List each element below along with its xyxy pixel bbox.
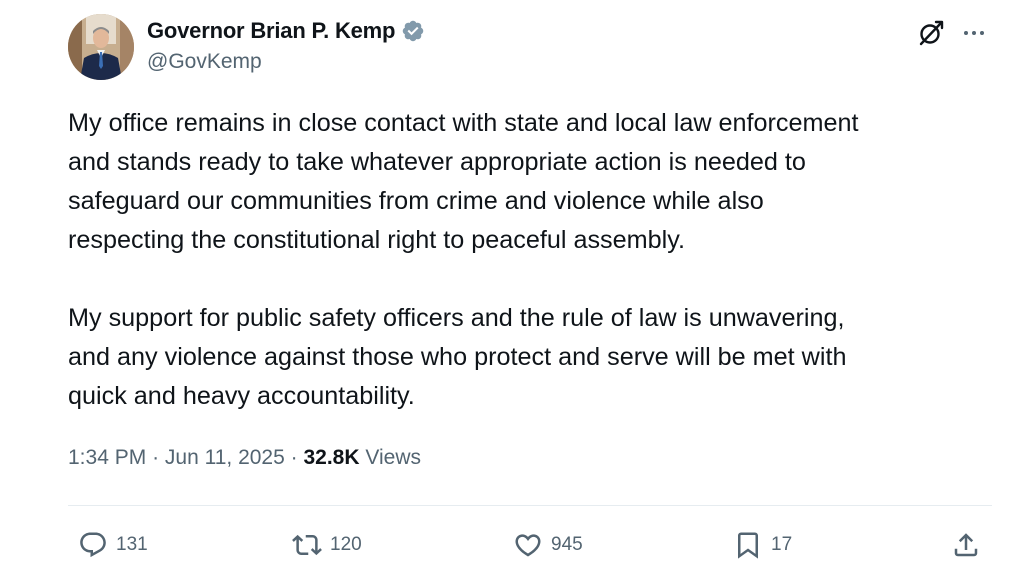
tweet-paragraph: My support for public safety officers an… (68, 304, 847, 410)
tweet-time[interactable]: 1:34 PM (68, 446, 146, 469)
action-bar: 131 120 945 17 (0, 527, 1024, 563)
tweet-paragraph: My office remains in close contact with … (68, 109, 859, 254)
share-button[interactable] (951, 527, 981, 563)
reply-count: 131 (116, 534, 148, 555)
retweet-button[interactable]: 120 (292, 527, 362, 563)
author-name-row: Governor Brian P. Kemp (147, 16, 425, 46)
divider (68, 505, 992, 506)
tweet-meta: 1:34 PM · Jun 11, 2025 · 32.8K Views (68, 446, 421, 470)
author-handle[interactable]: @GovKemp (147, 50, 262, 74)
grok-icon[interactable] (916, 18, 946, 48)
tweet-date[interactable]: Jun 11, 2025 (165, 446, 285, 469)
retweet-icon (292, 534, 322, 556)
bookmark-button[interactable]: 17 (733, 527, 792, 563)
avatar-image (68, 14, 134, 80)
retweet-count: 120 (330, 534, 362, 555)
tweet: Governor Brian P. Kemp @GovKemp My offic… (0, 0, 1024, 577)
meta-separator: · (152, 446, 160, 469)
author-display-name[interactable]: Governor Brian P. Kemp (147, 18, 395, 44)
views-count[interactable]: 32.8K (303, 446, 359, 469)
like-button[interactable]: 945 (513, 527, 583, 563)
reply-icon (80, 532, 106, 558)
more-options-icon[interactable] (959, 18, 989, 48)
bookmark-icon (738, 532, 758, 559)
views-label: Views (365, 446, 422, 469)
like-icon (515, 534, 541, 557)
like-count: 945 (551, 534, 583, 555)
verified-badge-icon (401, 19, 425, 43)
meta-separator: · (290, 446, 298, 469)
share-icon (954, 533, 978, 557)
tweet-text: My office remains in close contact with … (68, 104, 998, 416)
reply-button[interactable]: 131 (78, 527, 148, 563)
bookmark-count: 17 (771, 534, 793, 555)
avatar[interactable] (68, 14, 134, 80)
